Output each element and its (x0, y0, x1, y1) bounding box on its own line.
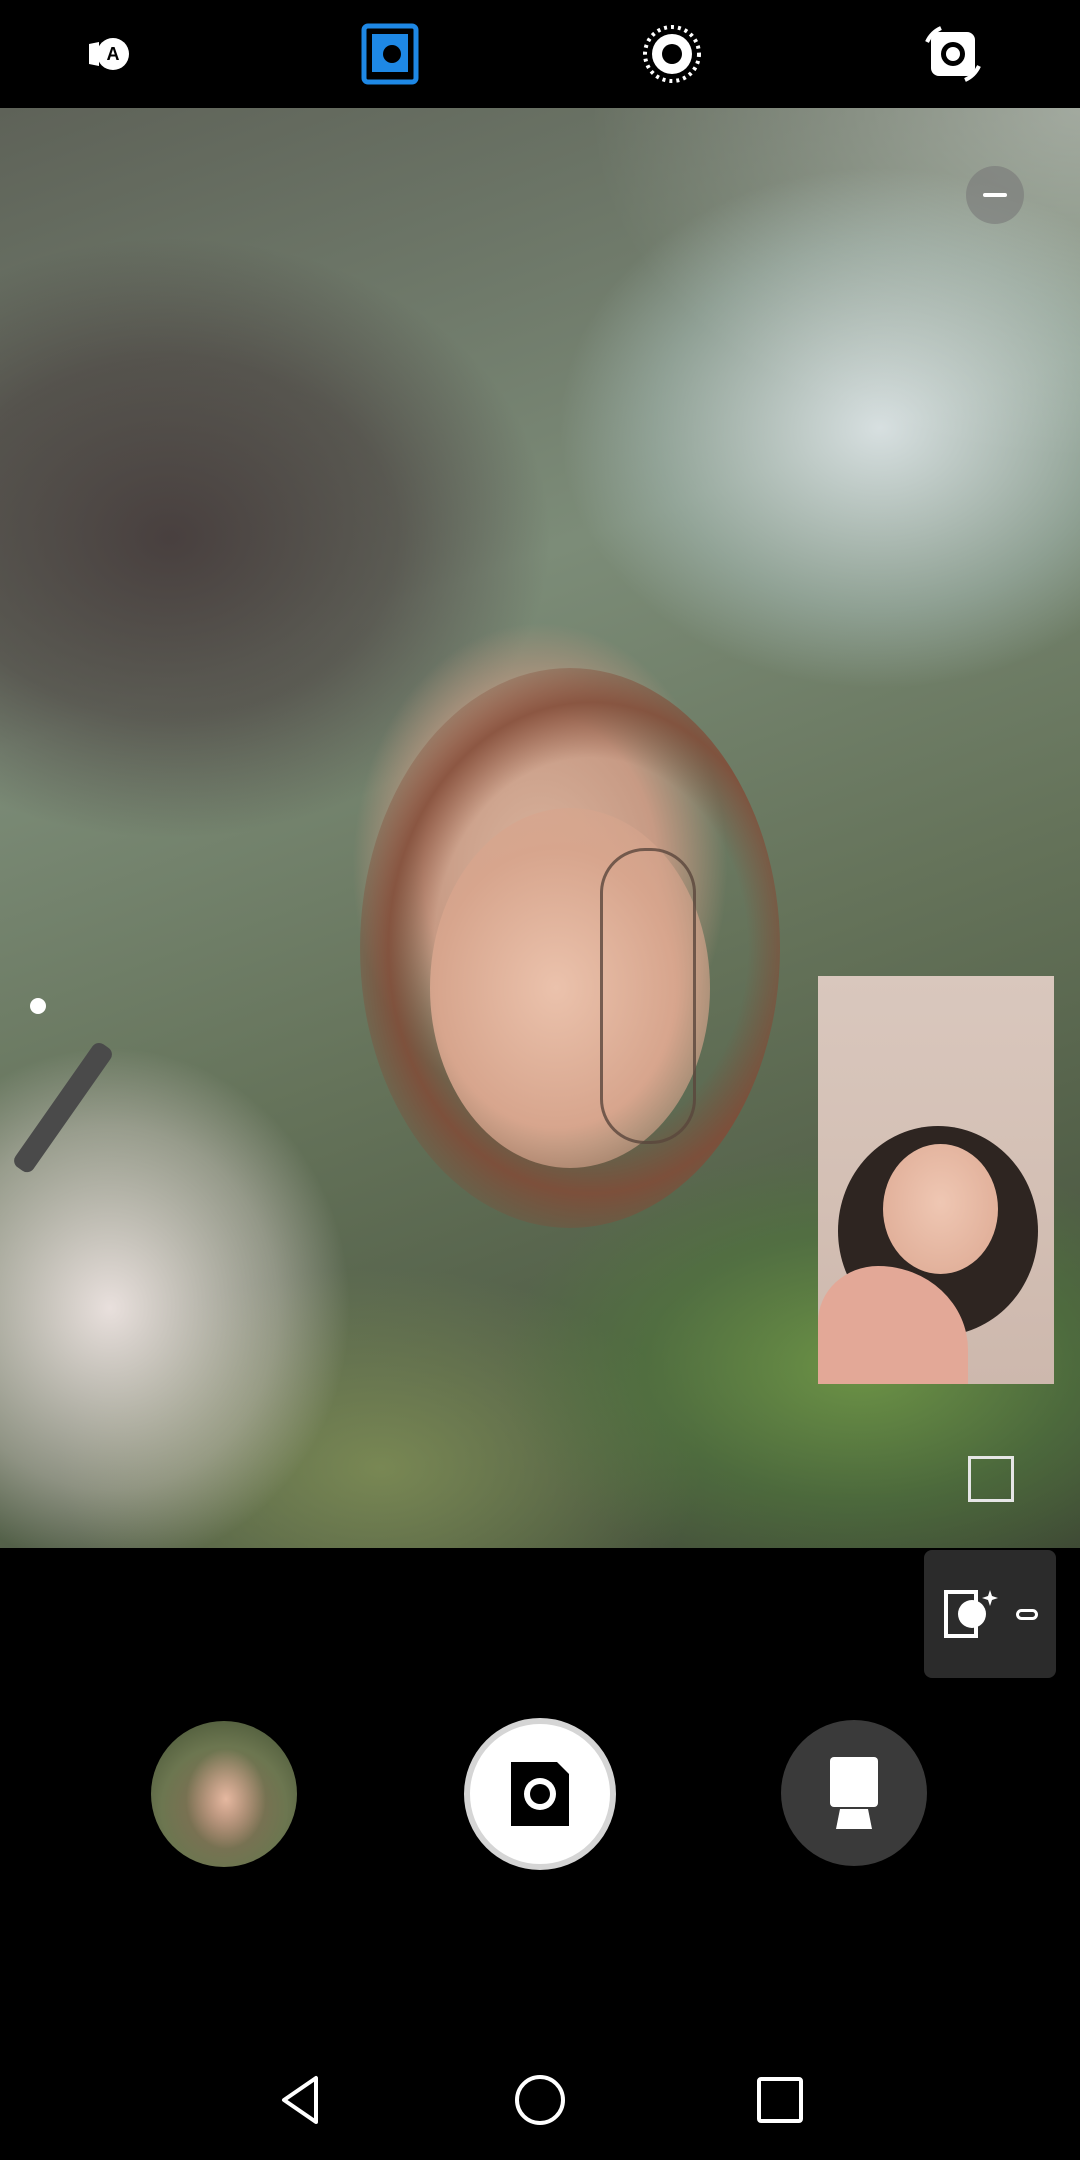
recents-button[interactable] (750, 2070, 810, 2130)
zoom-out-icon (983, 193, 1007, 197)
picture-in-picture-preview[interactable] (818, 976, 1054, 1384)
back-button[interactable] (272, 2070, 332, 2130)
auto-mode-icon: A (89, 38, 129, 70)
switch-camera-icon (925, 26, 981, 82)
shutter-icon (511, 1762, 569, 1826)
portrait-mode-button[interactable] (781, 1720, 927, 1866)
system-navigation-bar (0, 2040, 1080, 2160)
aspect-ratio-button[interactable] (964, 1452, 1018, 1506)
live-photo-button[interactable] (632, 14, 712, 94)
dual-view-icon (361, 23, 419, 85)
auto-mode-button[interactable]: A (67, 14, 147, 94)
focus-indicator-dot (30, 998, 46, 1014)
gallery-thumbnail[interactable] (151, 1721, 297, 1867)
dual-view-button[interactable] (350, 14, 430, 94)
home-icon (515, 2075, 565, 2125)
beauty-mode-button[interactable] (924, 1550, 1056, 1678)
recents-icon (757, 2077, 803, 2123)
pip-subject-face (883, 1144, 998, 1274)
portrait-mode-icon (830, 1757, 878, 1829)
aspect-ratio-icon (968, 1456, 1014, 1502)
shutter-button[interactable] (464, 1718, 616, 1870)
beauty-toggle-indicator (1016, 1608, 1038, 1620)
svg-text:A: A (107, 44, 120, 64)
back-icon (282, 2076, 318, 2124)
beauty-mode-icon (944, 1590, 998, 1638)
zoom-out-button[interactable] (966, 166, 1024, 224)
top-toolbar: A (0, 0, 1080, 108)
live-photo-icon (643, 25, 701, 83)
camera-viewfinder[interactable] (0, 108, 1080, 1548)
switch-camera-button[interactable] (913, 14, 993, 94)
home-button[interactable] (510, 2070, 570, 2130)
